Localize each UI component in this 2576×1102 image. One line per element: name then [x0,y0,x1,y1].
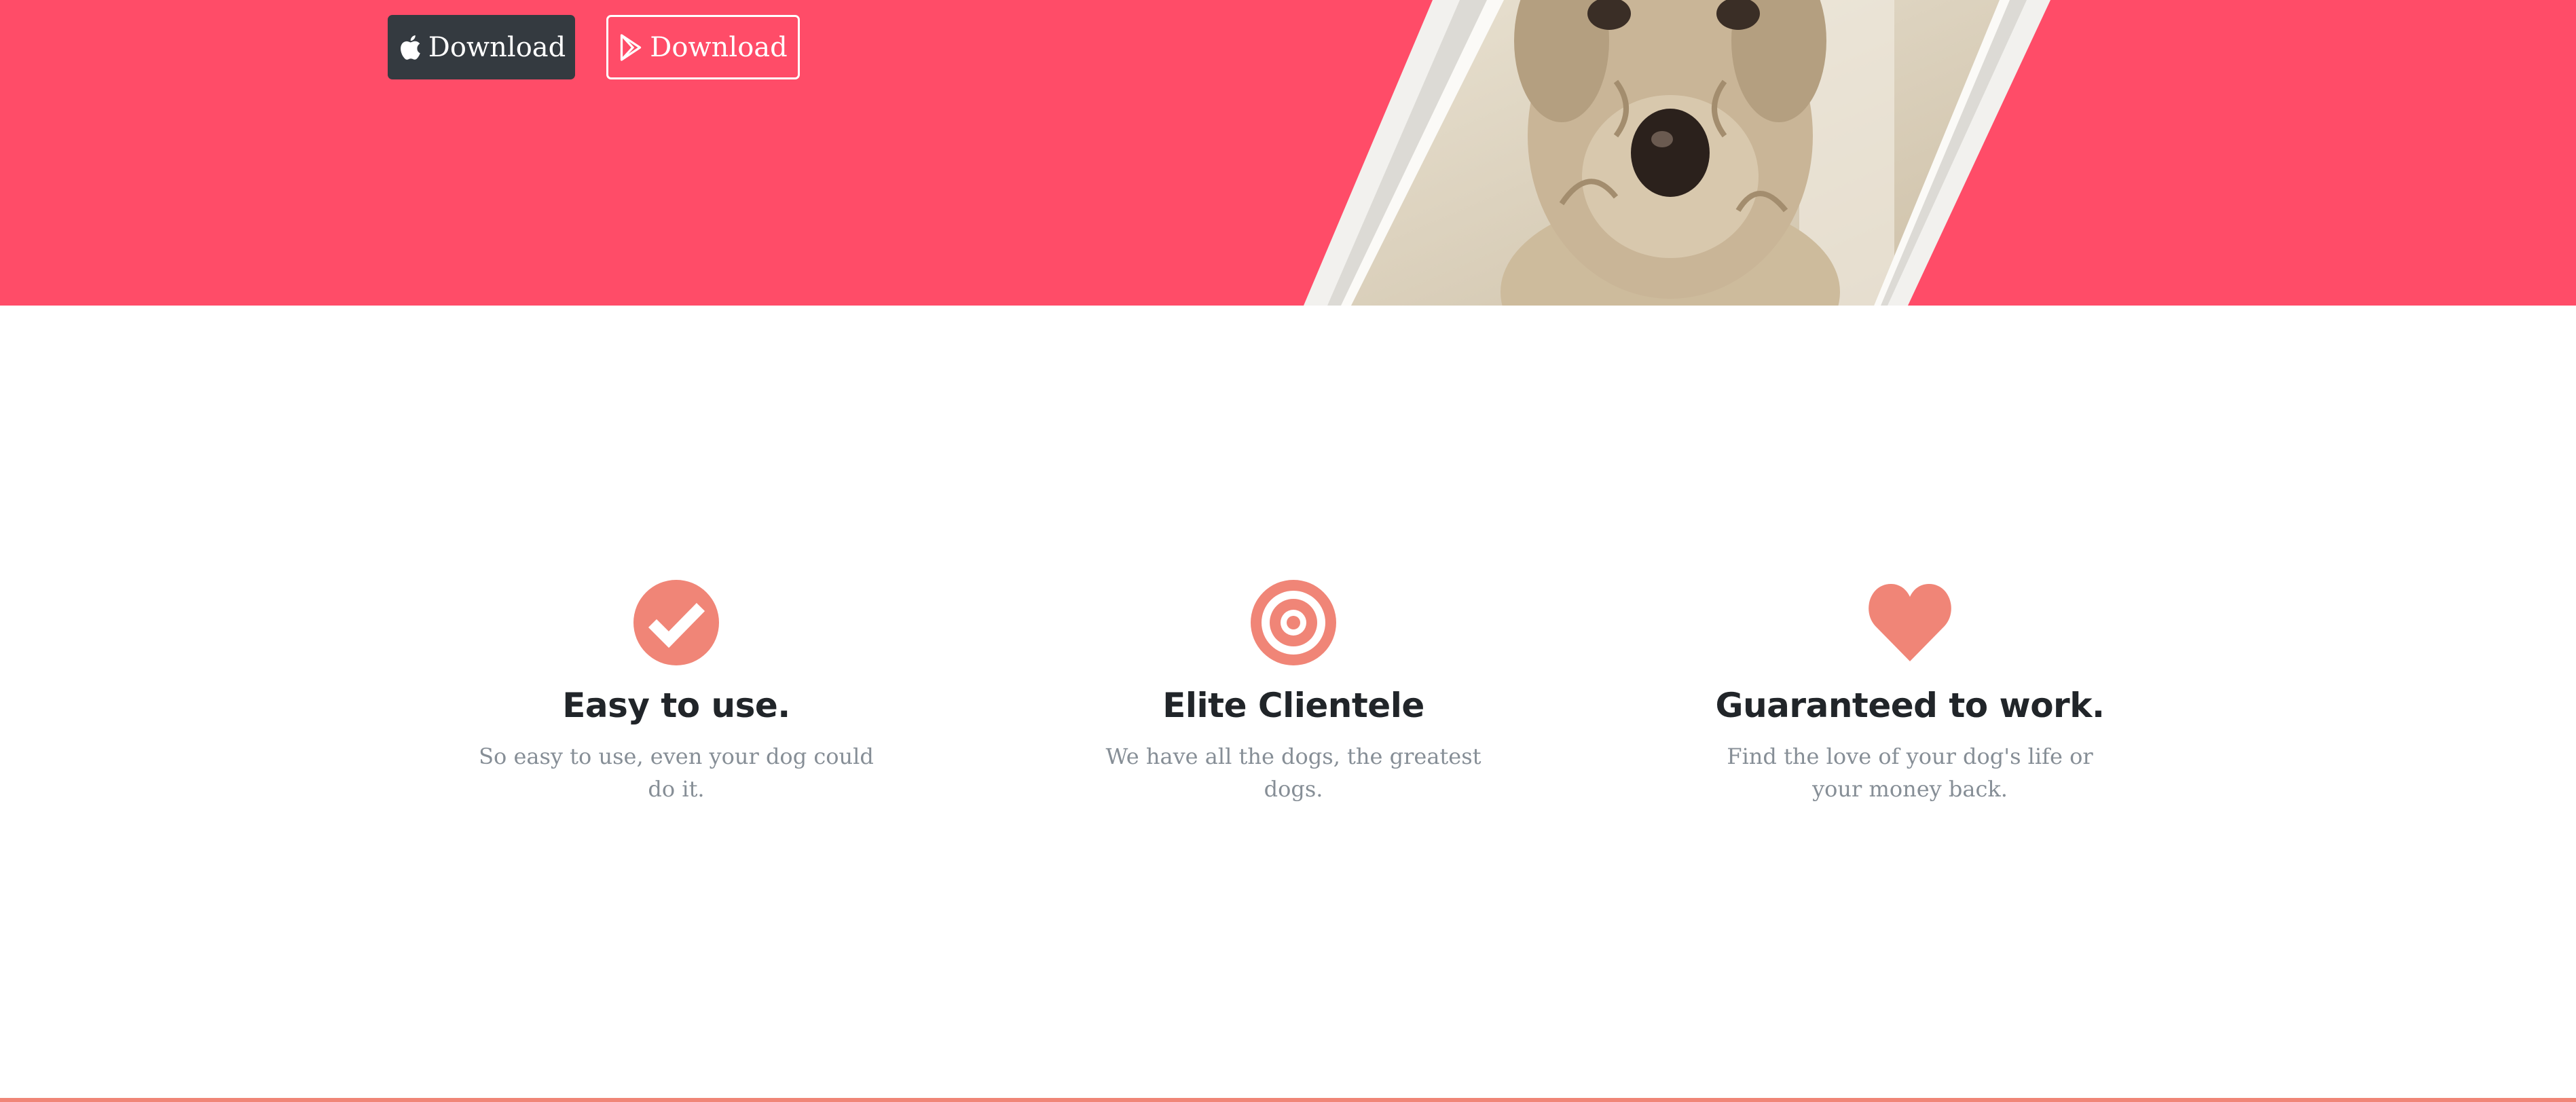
google-play-icon [619,33,643,62]
feature-description: Find the love of your dog's life or your… [1727,743,2093,802]
feature-title: Elite Clientele [1162,686,1424,725]
apple-icon [397,33,422,62]
google-play-download-button[interactable]: Download [606,15,800,79]
section-divider [0,1098,2576,1102]
feature-title: Guaranteed to work. [1715,686,2105,725]
feature-guaranteed: Guaranteed to work. Find the love of you… [1672,578,2148,805]
app-store-download-button[interactable]: Download [388,15,575,79]
feature-easy-to-use: Easy to use. So easy to use, even your d… [439,578,914,805]
target-icon [1251,580,1336,665]
feature-description: We have all the dogs, the greatest dogs. [1105,743,1482,802]
feature-title: Easy to use. [562,686,790,725]
heart-icon [1869,584,1951,661]
app-store-download-label: Download [428,31,566,63]
hero-section: Download Download [0,0,2576,306]
google-play-download-label: Download [650,31,788,63]
check-circle-icon [633,580,719,665]
feature-description: So easy to use, even your dog could do i… [479,743,874,802]
feature-elite-clientele: Elite Clientele We have all the dogs, th… [1056,578,1531,805]
phone-mockup [0,0,2576,306]
dog-photo [1304,0,2050,306]
